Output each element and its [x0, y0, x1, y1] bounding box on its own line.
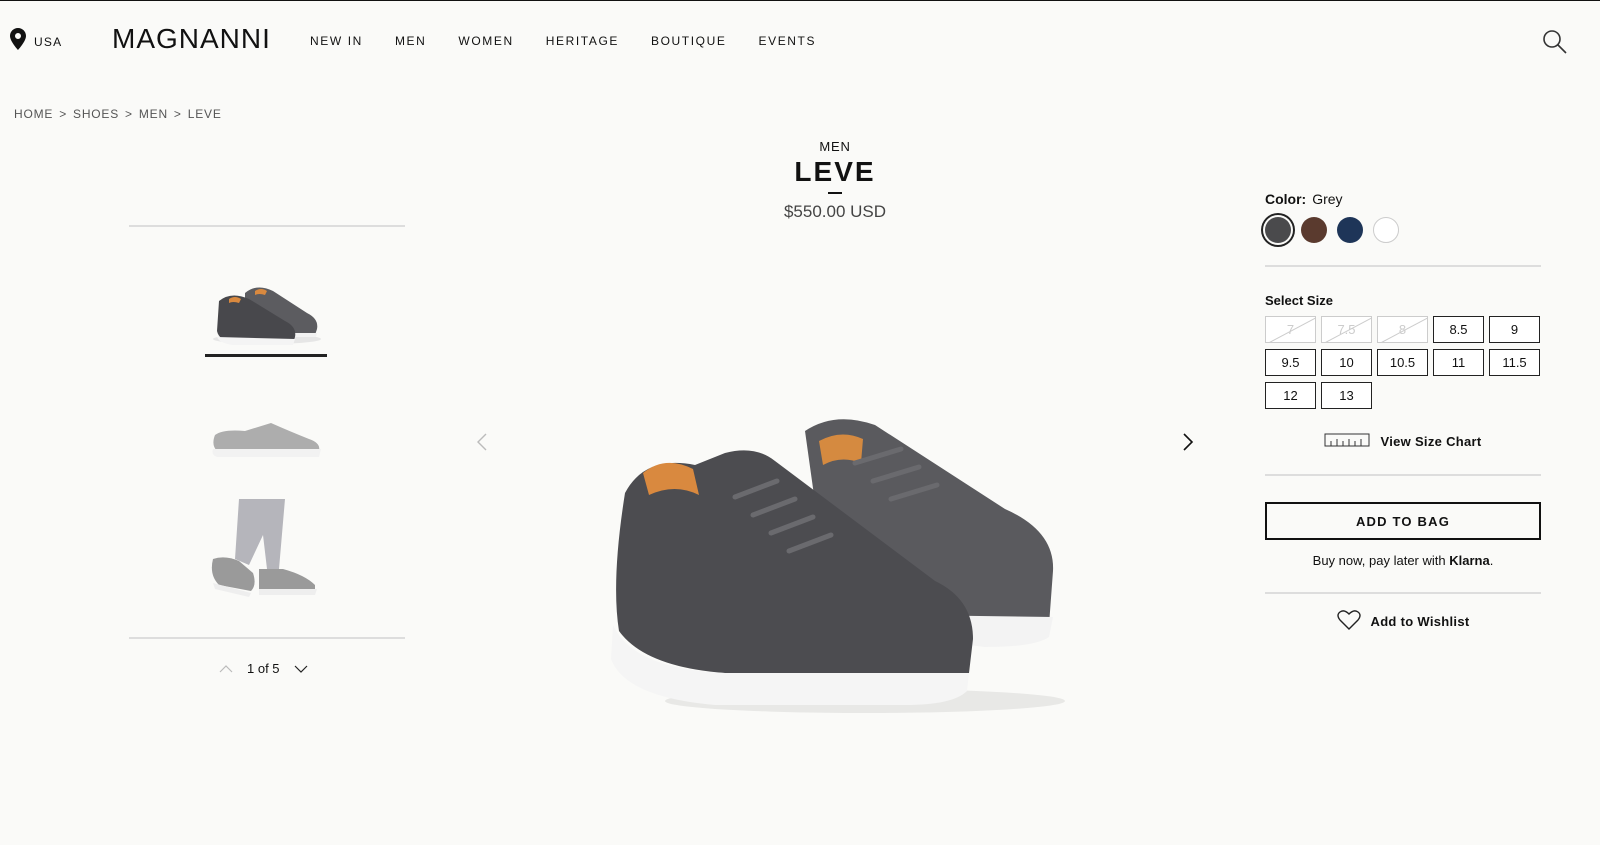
- selected-color-value: Grey: [1312, 191, 1343, 207]
- size-option[interactable]: 9.5: [1265, 349, 1316, 376]
- divider: [1265, 592, 1541, 594]
- map-pin-icon: [10, 28, 26, 55]
- main-nav: NEW IN MEN WOMEN HERITAGE BOUTIQUE EVENT…: [310, 34, 848, 48]
- size-option[interactable]: 7: [1265, 316, 1316, 343]
- size-option[interactable]: 8.5: [1433, 316, 1484, 343]
- brand-logo[interactable]: MAGNANNI: [112, 23, 271, 55]
- thumbnail-1[interactable]: [205, 273, 327, 357]
- size-option[interactable]: 11: [1433, 349, 1484, 376]
- chevron-down-icon[interactable]: [294, 661, 308, 676]
- product-price: $550.00 USD: [783, 202, 887, 221]
- size-option[interactable]: 7.5: [1321, 316, 1372, 343]
- gallery-bottom-divider: [129, 637, 405, 639]
- breadcrumb-shoes[interactable]: SHOES: [73, 107, 119, 121]
- breadcrumb-separator: >: [173, 107, 182, 121]
- thumbnail-3[interactable]: [205, 499, 327, 604]
- size-option[interactable]: 10.5: [1377, 349, 1428, 376]
- breadcrumb-separator: >: [125, 107, 133, 121]
- size-option[interactable]: 12: [1265, 382, 1316, 409]
- klarna-logo[interactable]: Klarna: [1449, 553, 1489, 568]
- klarna-suffix: .: [1489, 553, 1494, 568]
- add-to-bag-button[interactable]: ADD TO BAG: [1265, 502, 1541, 540]
- color-swatches: [1265, 217, 1541, 243]
- main-product-image: [470, 261, 1200, 761]
- product-header: MEN LEVE $550.00 USD: [700, 139, 970, 222]
- product-options-panel: Color: Grey Select Size 7 7.5 8 8.5 9 9.5…: [1265, 191, 1541, 633]
- nav-heritage[interactable]: HERITAGE: [546, 34, 619, 48]
- add-to-wishlist-button[interactable]: Add to Wishlist: [1265, 610, 1541, 633]
- product-category: MEN: [819, 139, 851, 154]
- search-icon[interactable]: [1542, 29, 1568, 55]
- heart-icon: [1336, 610, 1361, 633]
- size-option[interactable]: 13: [1321, 382, 1372, 409]
- size-option[interactable]: 11.5: [1489, 349, 1540, 376]
- breadcrumb-separator: >: [59, 107, 68, 121]
- shoe-pair-image: [611, 419, 1065, 713]
- gallery-pager: 1 of 5: [219, 661, 308, 676]
- breadcrumb-home[interactable]: HOME: [14, 107, 53, 121]
- site-header: USA MAGNANNI NEW IN MEN WOMEN HERITAGE B…: [0, 1, 1600, 81]
- nav-boutique[interactable]: BOUTIQUE: [651, 34, 726, 48]
- nav-new-in[interactable]: NEW IN: [310, 34, 363, 48]
- size-option[interactable]: 8: [1377, 316, 1428, 343]
- gallery-top-divider: [129, 225, 405, 227]
- wishlist-label: Add to Wishlist: [1370, 614, 1470, 629]
- gallery-page-count: 1 of 5: [247, 661, 280, 676]
- nav-women[interactable]: WOMEN: [458, 34, 513, 48]
- chevron-left-icon[interactable]: [476, 433, 488, 456]
- size-selection-label: Select Size: [1265, 293, 1333, 308]
- active-thumbnail-indicator: [205, 354, 327, 357]
- divider: [1265, 265, 1541, 267]
- nav-men[interactable]: MEN: [395, 34, 426, 48]
- location-label: USA: [34, 34, 63, 49]
- chevron-right-icon[interactable]: [1182, 433, 1194, 456]
- color-selection-label: Color: Grey: [1265, 191, 1541, 207]
- color-swatch-white[interactable]: [1373, 217, 1399, 243]
- nav-events[interactable]: EVENTS: [758, 34, 816, 48]
- color-label: Color:: [1265, 191, 1307, 207]
- title-divider: [828, 192, 842, 194]
- breadcrumb-current: LEVE: [187, 107, 222, 121]
- thumbnail-2[interactable]: [205, 405, 327, 470]
- size-option[interactable]: 10: [1321, 349, 1372, 376]
- chevron-up-icon[interactable]: [219, 661, 233, 676]
- shoe-pair-image: [213, 287, 321, 345]
- thumbnail-gallery: 1 of 5: [129, 225, 405, 676]
- model-wearing-image: [211, 499, 317, 597]
- location-selector[interactable]: USA: [10, 28, 62, 55]
- color-swatch-brown[interactable]: [1301, 217, 1327, 243]
- size-chart-label: View Size Chart: [1380, 434, 1482, 449]
- color-swatch-grey[interactable]: [1265, 217, 1291, 243]
- klarna-text: Buy now, pay later with: [1312, 553, 1446, 568]
- klarna-message: Buy now, pay later with Klarna.: [1265, 553, 1541, 568]
- breadcrumb: HOME > SHOES > MEN > LEVE: [14, 107, 222, 121]
- product-title: LEVE: [794, 156, 876, 187]
- divider: [1265, 474, 1541, 476]
- size-grid: 7 7.5 8 8.5 9 9.5 10 10.5 11 11.5 12 13: [1265, 316, 1541, 409]
- shoe-side-image: [212, 423, 321, 457]
- color-swatch-navy[interactable]: [1337, 217, 1363, 243]
- size-option[interactable]: 9: [1489, 316, 1540, 343]
- breadcrumb-men[interactable]: MEN: [139, 107, 168, 121]
- view-size-chart-link[interactable]: View Size Chart: [1265, 433, 1541, 450]
- ruler-icon: [1324, 433, 1370, 450]
